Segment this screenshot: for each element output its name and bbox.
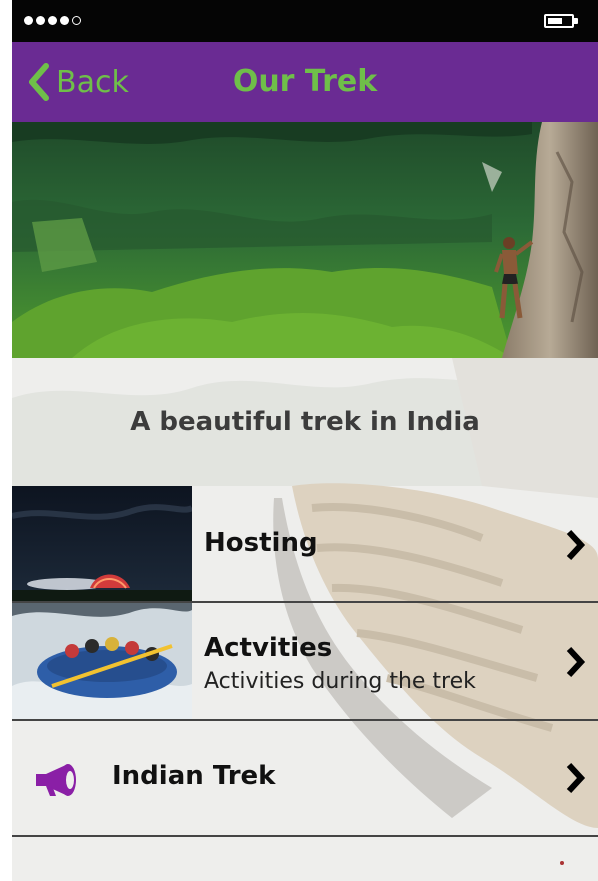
row-subtitle: Activities during the trek [204, 669, 476, 694]
row-title: Hosting [204, 528, 318, 558]
list-item-activities[interactable]: Actvities Activities during the trek [12, 603, 598, 719]
list-item-indian-trek[interactable]: Indian Trek [12, 721, 598, 835]
row-divider [12, 835, 598, 837]
back-button[interactable]: Back [26, 60, 129, 104]
hero-image [12, 122, 598, 358]
chevron-left-icon [29, 63, 49, 101]
list-item-hosting[interactable]: Hosting [12, 486, 598, 602]
row-title: Indian Trek [112, 761, 276, 791]
battery-tip [574, 18, 578, 24]
nav-bar: Our Trek Back [12, 42, 598, 122]
chevron-right-icon [566, 529, 586, 561]
chevron-right-icon [566, 646, 586, 678]
status-bar [12, 0, 598, 42]
row-title: Actvities [204, 633, 333, 663]
app-screen: Our Trek Back A beautiful trek in India … [12, 0, 598, 881]
back-label: Back [56, 64, 129, 100]
tagline: A beautiful trek in India [130, 407, 480, 437]
megaphone-icon [36, 764, 76, 796]
signal-strength-icon [24, 16, 81, 25]
battery-icon [544, 14, 574, 28]
chevron-right-icon [566, 762, 586, 794]
